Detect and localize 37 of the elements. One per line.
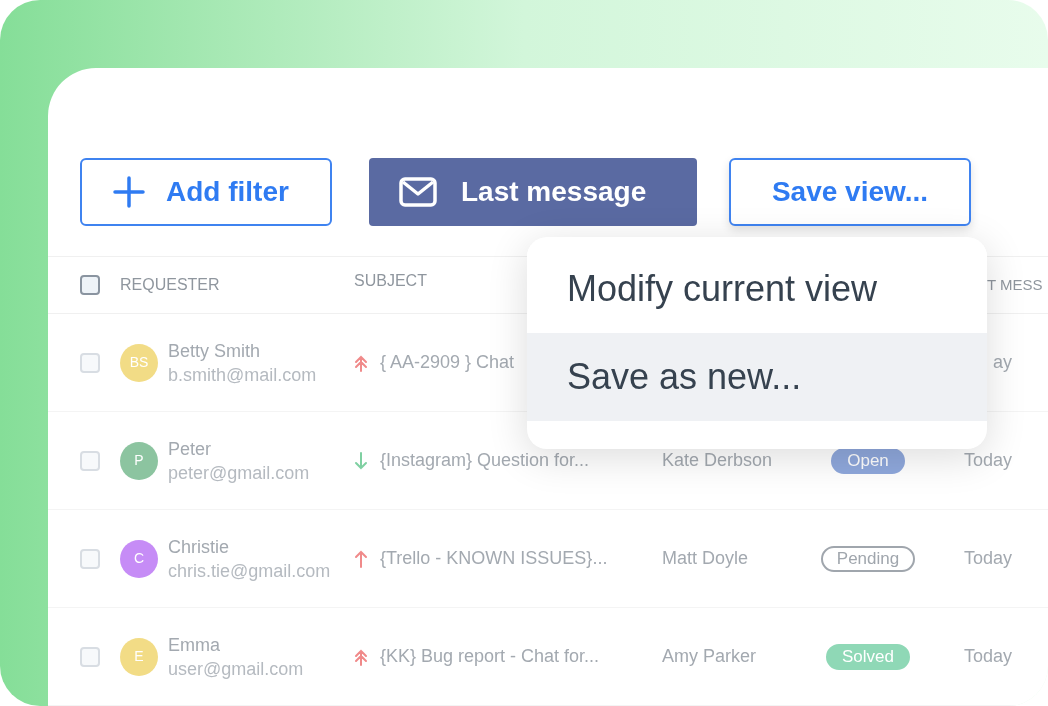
envelope-icon: [399, 177, 437, 207]
date-text: Today: [963, 449, 1012, 472]
menu-item[interactable]: Modify current view: [527, 245, 987, 333]
checkbox[interactable]: [80, 275, 100, 295]
requester-email: user@gmail.com: [168, 657, 304, 681]
requester-name: Emma: [168, 633, 221, 657]
subject-text: {KK} Bug report - Chat for...: [380, 645, 600, 668]
avatar: C: [120, 539, 158, 578]
avatar: P: [120, 441, 158, 480]
requester-email: chris.tie@gmail.com: [168, 559, 331, 583]
assignee-name: Amy Parker: [662, 646, 757, 666]
requester-name: Betty Smith: [168, 339, 262, 363]
plus-icon: [112, 175, 146, 209]
add-filter-button[interactable]: Add filter: [80, 158, 332, 226]
date-text: ay: [993, 351, 1012, 374]
requester-name: Peter: [168, 437, 213, 461]
requester-name: Christie: [168, 535, 230, 559]
status-badge: Open: [831, 447, 905, 474]
assignee-name: Matt Doyle: [662, 548, 749, 568]
column-header: T MESS: [987, 275, 1043, 293]
subject-text: {Trello - KNOWN ISSUES}...: [380, 547, 608, 570]
avatar: BS: [120, 343, 158, 382]
subject-text: {Instagram} Question for...: [380, 449, 590, 472]
subject-text: { AA-2909 } Chat: [380, 351, 515, 374]
save-view-button[interactable]: Save view...: [729, 158, 971, 226]
status-badge: Pending: [820, 545, 916, 572]
requester-email: peter@gmail.com: [168, 461, 310, 485]
requester-email: b.smith@mail.com: [168, 363, 317, 387]
avatar: E: [120, 637, 158, 676]
date-text: Today: [963, 645, 1012, 668]
column-header: REQUESTER: [120, 276, 220, 293]
status-badge: Solved: [826, 643, 910, 670]
date-text: Today: [963, 547, 1012, 570]
menu-item[interactable]: Save as new...: [527, 333, 987, 421]
assignee-name: Kate Derbson: [662, 450, 773, 470]
column-header: SUBJECT: [354, 272, 427, 289]
last-message-button[interactable]: Last message: [369, 158, 697, 226]
